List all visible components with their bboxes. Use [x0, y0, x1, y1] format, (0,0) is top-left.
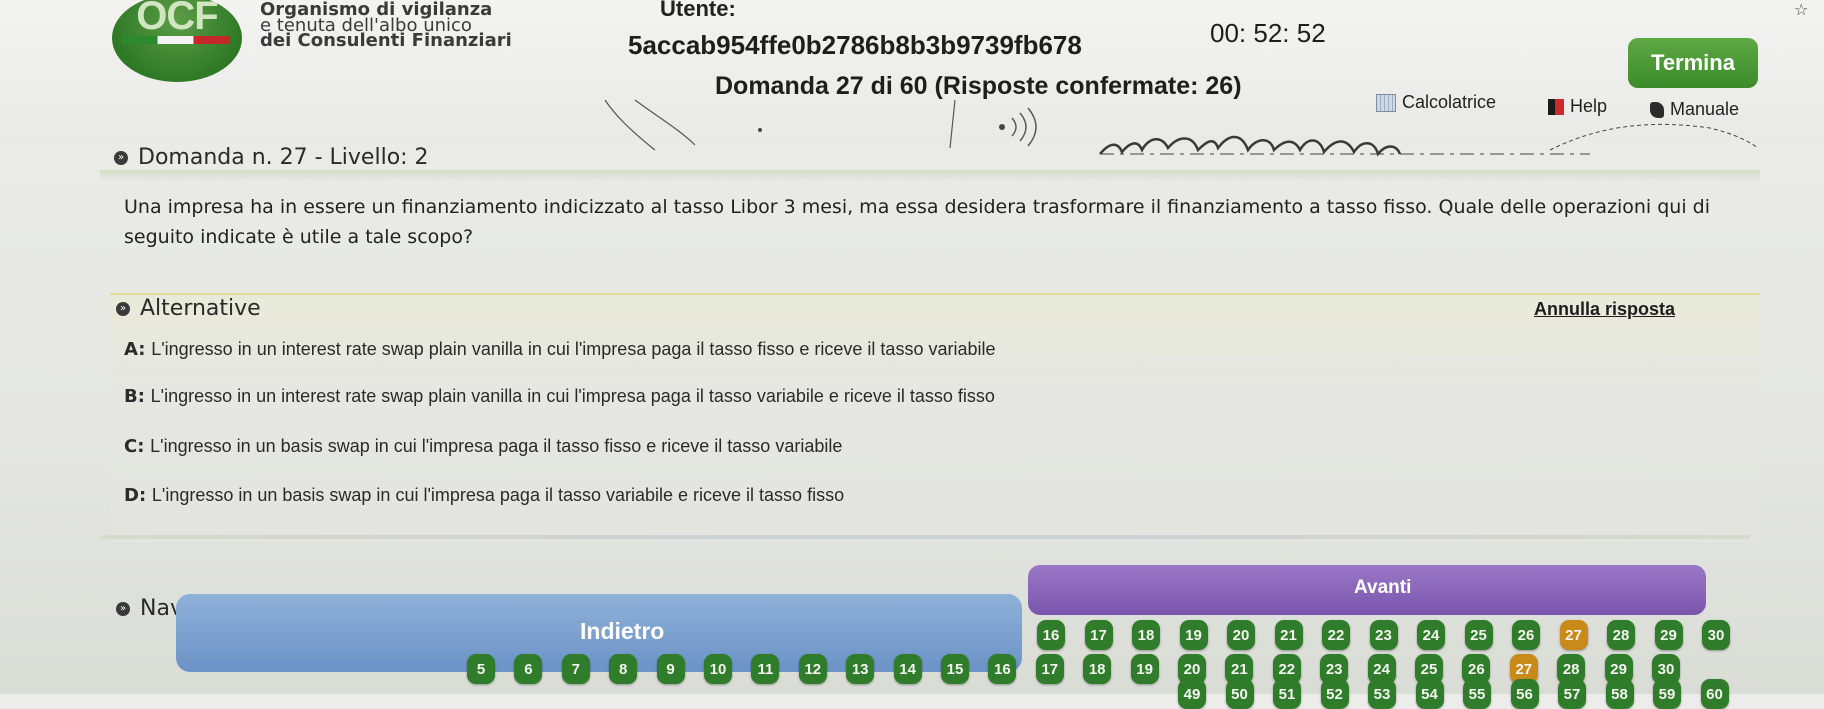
question-number-button[interactable]: 19	[1179, 620, 1208, 650]
question-number-button[interactable]: 14	[893, 654, 922, 684]
answer-option-d[interactable]: D: L'ingresso in un basis swap in cui l'…	[124, 485, 844, 506]
question-number-button[interactable]: 17	[1084, 620, 1113, 650]
terminate-button[interactable]: Termina	[1628, 38, 1758, 88]
question-number-button[interactable]: 8	[609, 654, 638, 684]
section-bullet-icon: »	[116, 301, 130, 316]
back-button-label: Indietro	[580, 618, 665, 644]
question-number-button[interactable]: 15	[941, 654, 969, 684]
question-number-button[interactable]: 20	[1227, 620, 1255, 650]
option-letter: D:	[124, 485, 147, 506]
question-number-button[interactable]: 19	[1130, 654, 1159, 684]
question-number-button[interactable]: 5	[467, 654, 495, 684]
question-number-button[interactable]: 25	[1464, 620, 1493, 650]
header-decoration	[604, 99, 1759, 157]
question-number-button[interactable]: 29	[1654, 620, 1683, 650]
question-number-button[interactable]: 12	[798, 654, 827, 684]
question-number-button[interactable]: 50	[1225, 679, 1254, 709]
alternatives-heading: » Alternative	[116, 296, 261, 321]
question-number-button[interactable]: 17	[1035, 654, 1064, 684]
org-name-line-3: dei Consulenti Finanziari	[260, 30, 512, 51]
question-number-button[interactable]: 21	[1274, 620, 1303, 650]
answer-option-c[interactable]: C: L'ingresso in un basis swap in cui l'…	[124, 436, 842, 457]
question-number-button[interactable]: 53	[1368, 679, 1396, 709]
next-button[interactable]: Avanti	[1028, 565, 1706, 615]
logo-text: OCF	[136, 0, 218, 38]
question-number-button[interactable]: 10	[704, 654, 732, 684]
question-band	[100, 170, 1760, 180]
answer-option-a[interactable]: A: L'ingresso in un interest rate swap p…	[124, 339, 996, 360]
option-text: L'ingresso in un interest rate swap plai…	[151, 339, 996, 359]
question-number-button[interactable]: 23	[1369, 620, 1398, 650]
question-number-button[interactable]: 7	[561, 654, 590, 684]
option-text: L'ingresso in un interest rate swap plai…	[150, 386, 995, 406]
user-id: 5accab954ffe0b2786b8b3b9739fb678	[628, 30, 1082, 60]
user-label: Utente:	[660, 0, 736, 21]
question-number-button[interactable]: 6	[514, 654, 543, 684]
clear-answer-link[interactable]: Annulla risposta	[1534, 299, 1675, 320]
question-number-button[interactable]: 22	[1322, 620, 1350, 650]
question-number-button[interactable]: 30	[1702, 620, 1730, 650]
question-number-button[interactable]: 28	[1607, 620, 1635, 650]
section-bullet-icon: »	[116, 601, 130, 616]
option-text: L'ingresso in un basis swap in cui l'imp…	[150, 436, 843, 456]
question-number-button[interactable]: 16	[1037, 620, 1065, 650]
question-number-button[interactable]: 13	[846, 654, 875, 684]
italian-flag-stripe	[122, 36, 230, 44]
question-number-button[interactable]: 58	[1605, 679, 1634, 709]
answer-option-b[interactable]: B: L'ingresso in un interest rate swap p…	[124, 386, 995, 407]
question-number-button[interactable]: 49	[1178, 679, 1206, 709]
alternatives-heading-text: Alternative	[140, 296, 261, 321]
question-number-button[interactable]: 54	[1415, 679, 1444, 709]
option-letter: B:	[124, 386, 145, 407]
section-bullet-icon: »	[114, 150, 128, 165]
question-text: Una impresa ha in essere un finanziament…	[124, 196, 1711, 248]
question-number-button[interactable]: 52	[1320, 679, 1349, 709]
question-number-button[interactable]: 26	[1512, 620, 1540, 650]
question-heading: » Domanda n. 27 - Livello: 2	[114, 145, 429, 170]
question-number-button[interactable]: 55	[1463, 679, 1491, 709]
question-number-button[interactable]: 56	[1510, 679, 1539, 709]
question-number-button[interactable]: 18	[1132, 620, 1160, 650]
exam-timer: 00: 52: 52	[1210, 18, 1326, 48]
section-divider	[100, 535, 1750, 539]
question-number-button[interactable]: 60	[1700, 679, 1729, 709]
question-number-button[interactable]: 24	[1417, 620, 1445, 650]
question-number-button[interactable]: 9	[656, 654, 685, 684]
option-letter: A:	[124, 339, 146, 360]
question-number-button[interactable]: 18	[1083, 654, 1112, 684]
question-number-button[interactable]: 59	[1653, 679, 1681, 709]
question-number-button[interactable]: 57	[1558, 679, 1586, 709]
question-number-button[interactable]: 11	[751, 654, 780, 684]
option-letter: C:	[124, 436, 145, 457]
star-icon[interactable]: ☆	[1794, 0, 1808, 19]
question-number-button[interactable]: 51	[1273, 679, 1301, 709]
next-button-label: Avanti	[1354, 577, 1412, 598]
question-number-button[interactable]: 27	[1559, 620, 1588, 650]
question-heading-text: Domanda n. 27 - Livello: 2	[138, 145, 429, 170]
option-text: L'ingresso in un basis swap in cui l'imp…	[151, 485, 845, 505]
question-number-button[interactable]: 16	[988, 654, 1017, 684]
